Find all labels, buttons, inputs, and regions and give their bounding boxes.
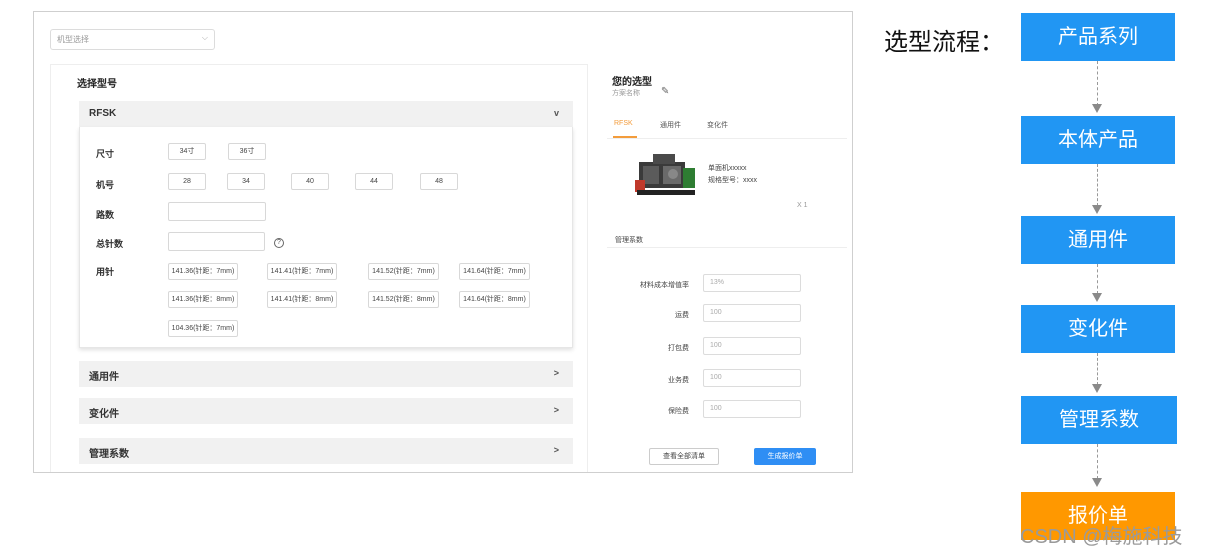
chevron-right-icon: > xyxy=(553,445,559,455)
size-option[interactable]: 36寸 xyxy=(228,143,266,160)
flow-connector xyxy=(1097,61,1098,106)
flow-connector xyxy=(1097,164,1098,206)
management-divider xyxy=(607,247,847,248)
tab-divider xyxy=(607,138,847,139)
flow-connector xyxy=(1097,353,1098,385)
model-select-dropdown[interactable]: 机型选择 ⌵ xyxy=(50,29,215,50)
lanes-input[interactable] xyxy=(168,202,266,221)
machine-option[interactable]: 44 xyxy=(355,173,393,190)
needle-option[interactable]: 141.36(针距：7mm) xyxy=(168,263,238,280)
app-screenshot: 机型选择 ⌵ 选择型号 RFSK v 尺寸 34寸 36寸 机号 28 34 4… xyxy=(33,11,853,473)
chevron-right-icon: > xyxy=(553,405,559,415)
freight-input[interactable]: 100 xyxy=(703,304,801,322)
needle-option[interactable]: 141.52(针距：8mm) xyxy=(368,291,439,308)
csdn-watermark: CSDN @梅施科技 xyxy=(1020,526,1183,548)
flow-step-common-parts: 通用件 xyxy=(1021,216,1175,264)
flow-step-variable-parts: 变化件 xyxy=(1021,305,1175,353)
tab-variable-parts[interactable]: 变化件 xyxy=(707,120,728,130)
edit-icon[interactable]: ✎ xyxy=(661,86,669,97)
needle-option[interactable]: 141.52(针距：7mm) xyxy=(368,263,439,280)
tab-common-parts[interactable]: 通用件 xyxy=(660,120,681,130)
needle-option[interactable]: 141.64(针距：8mm) xyxy=(459,291,530,308)
view-all-list-button[interactable]: 查看全部清单 xyxy=(649,448,719,465)
help-icon[interactable]: ? xyxy=(274,238,284,248)
needle-option[interactable]: 141.36(针距：8mm) xyxy=(168,291,238,308)
material-cost-rate-input[interactable]: 13% xyxy=(703,274,801,292)
flow-step-product-series: 产品系列 xyxy=(1021,13,1175,61)
chevron-down-icon: v xyxy=(553,108,559,118)
machine-option[interactable]: 40 xyxy=(291,173,329,190)
flow-title: 选型流程： xyxy=(884,29,1004,56)
plan-name-label: 方案名称 xyxy=(612,90,640,97)
total-needles-input[interactable] xyxy=(168,232,265,251)
field-label: 业务费 xyxy=(668,377,689,384)
needle-option[interactable]: 141.41(针距：8mm) xyxy=(267,291,337,308)
packing-fee-input[interactable]: 100 xyxy=(703,337,801,355)
accordion-rfsk-header[interactable]: RFSK v xyxy=(79,101,573,127)
needle-option[interactable]: 104.36(针距：7mm) xyxy=(168,320,238,337)
arrow-down-icon xyxy=(1092,293,1102,302)
needle-option[interactable]: 141.41(针距：7mm) xyxy=(267,263,337,280)
knitting-machine-image xyxy=(635,154,695,195)
flow-connector xyxy=(1097,444,1098,479)
field-label: 材料成本增值率 xyxy=(640,282,689,289)
accordion-common-parts[interactable]: 通用件 > xyxy=(79,361,573,387)
arrow-down-icon xyxy=(1092,384,1102,393)
needle-option[interactable]: 141.64(针距：7mm) xyxy=(459,263,530,280)
product-spec: 规格型号：xxxx xyxy=(708,177,757,184)
active-tab-indicator xyxy=(613,136,637,138)
machine-label: 机号 xyxy=(96,180,115,190)
accordion-label: 管理系数 xyxy=(89,449,129,460)
field-label: 打包费 xyxy=(668,345,689,352)
field-label: 保险费 xyxy=(668,408,689,415)
tab-rfsk[interactable]: RFSK xyxy=(614,120,633,127)
flow-step-body-product: 本体产品 xyxy=(1021,116,1175,164)
insurance-fee-input[interactable]: 100 xyxy=(703,400,801,418)
your-selection-title: 您的选型 xyxy=(612,77,652,88)
quantity: X 1 xyxy=(797,202,808,209)
section-title: 选择型号 xyxy=(77,79,117,90)
chevron-right-icon: > xyxy=(553,368,559,378)
arrow-down-icon xyxy=(1092,104,1102,113)
total-needles-label: 总针数 xyxy=(96,239,124,249)
your-selection-panel: 您的选型 方案名称 ✎ RFSK 通用件 变化件 单面机xxxxx 规格型号：x… xyxy=(597,64,852,472)
machine-option[interactable]: 34 xyxy=(227,173,265,190)
accordion-label: 通用件 xyxy=(89,372,119,383)
machine-option[interactable]: 28 xyxy=(168,173,206,190)
size-label: 尺寸 xyxy=(96,149,115,159)
flow-step-management-coefficient: 管理系数 xyxy=(1021,396,1177,444)
arrow-down-icon xyxy=(1092,478,1102,487)
product-name: 单面机xxxxx xyxy=(708,165,747,172)
field-label: 运费 xyxy=(675,312,689,319)
select-model-panel: 选择型号 RFSK v 尺寸 34寸 36寸 机号 28 34 40 44 48… xyxy=(50,64,588,472)
machine-option[interactable]: 48 xyxy=(420,173,458,190)
accordion-label: 变化件 xyxy=(89,409,119,420)
management-coefficient-title: 管理系数 xyxy=(615,237,643,244)
accordion-management-coefficient[interactable]: 管理系数 > xyxy=(79,438,573,464)
chevron-down-icon: ⌵ xyxy=(201,33,208,42)
accordion-rfsk-label: RFSK xyxy=(89,108,117,119)
lanes-label: 路数 xyxy=(96,210,115,220)
accordion-variable-parts[interactable]: 变化件 > xyxy=(79,398,573,424)
generate-quote-button[interactable]: 生成报价单 xyxy=(754,448,816,465)
accordion-rfsk-body: 尺寸 34寸 36寸 机号 28 34 40 44 48 路数 总针数 ? 用针… xyxy=(79,127,573,348)
size-option[interactable]: 34寸 xyxy=(168,143,206,160)
business-fee-input[interactable]: 100 xyxy=(703,369,801,387)
needles-label: 用针 xyxy=(96,267,115,277)
model-select-placeholder: 机型选择 xyxy=(57,35,89,44)
flow-connector xyxy=(1097,264,1098,294)
arrow-down-icon xyxy=(1092,205,1102,214)
